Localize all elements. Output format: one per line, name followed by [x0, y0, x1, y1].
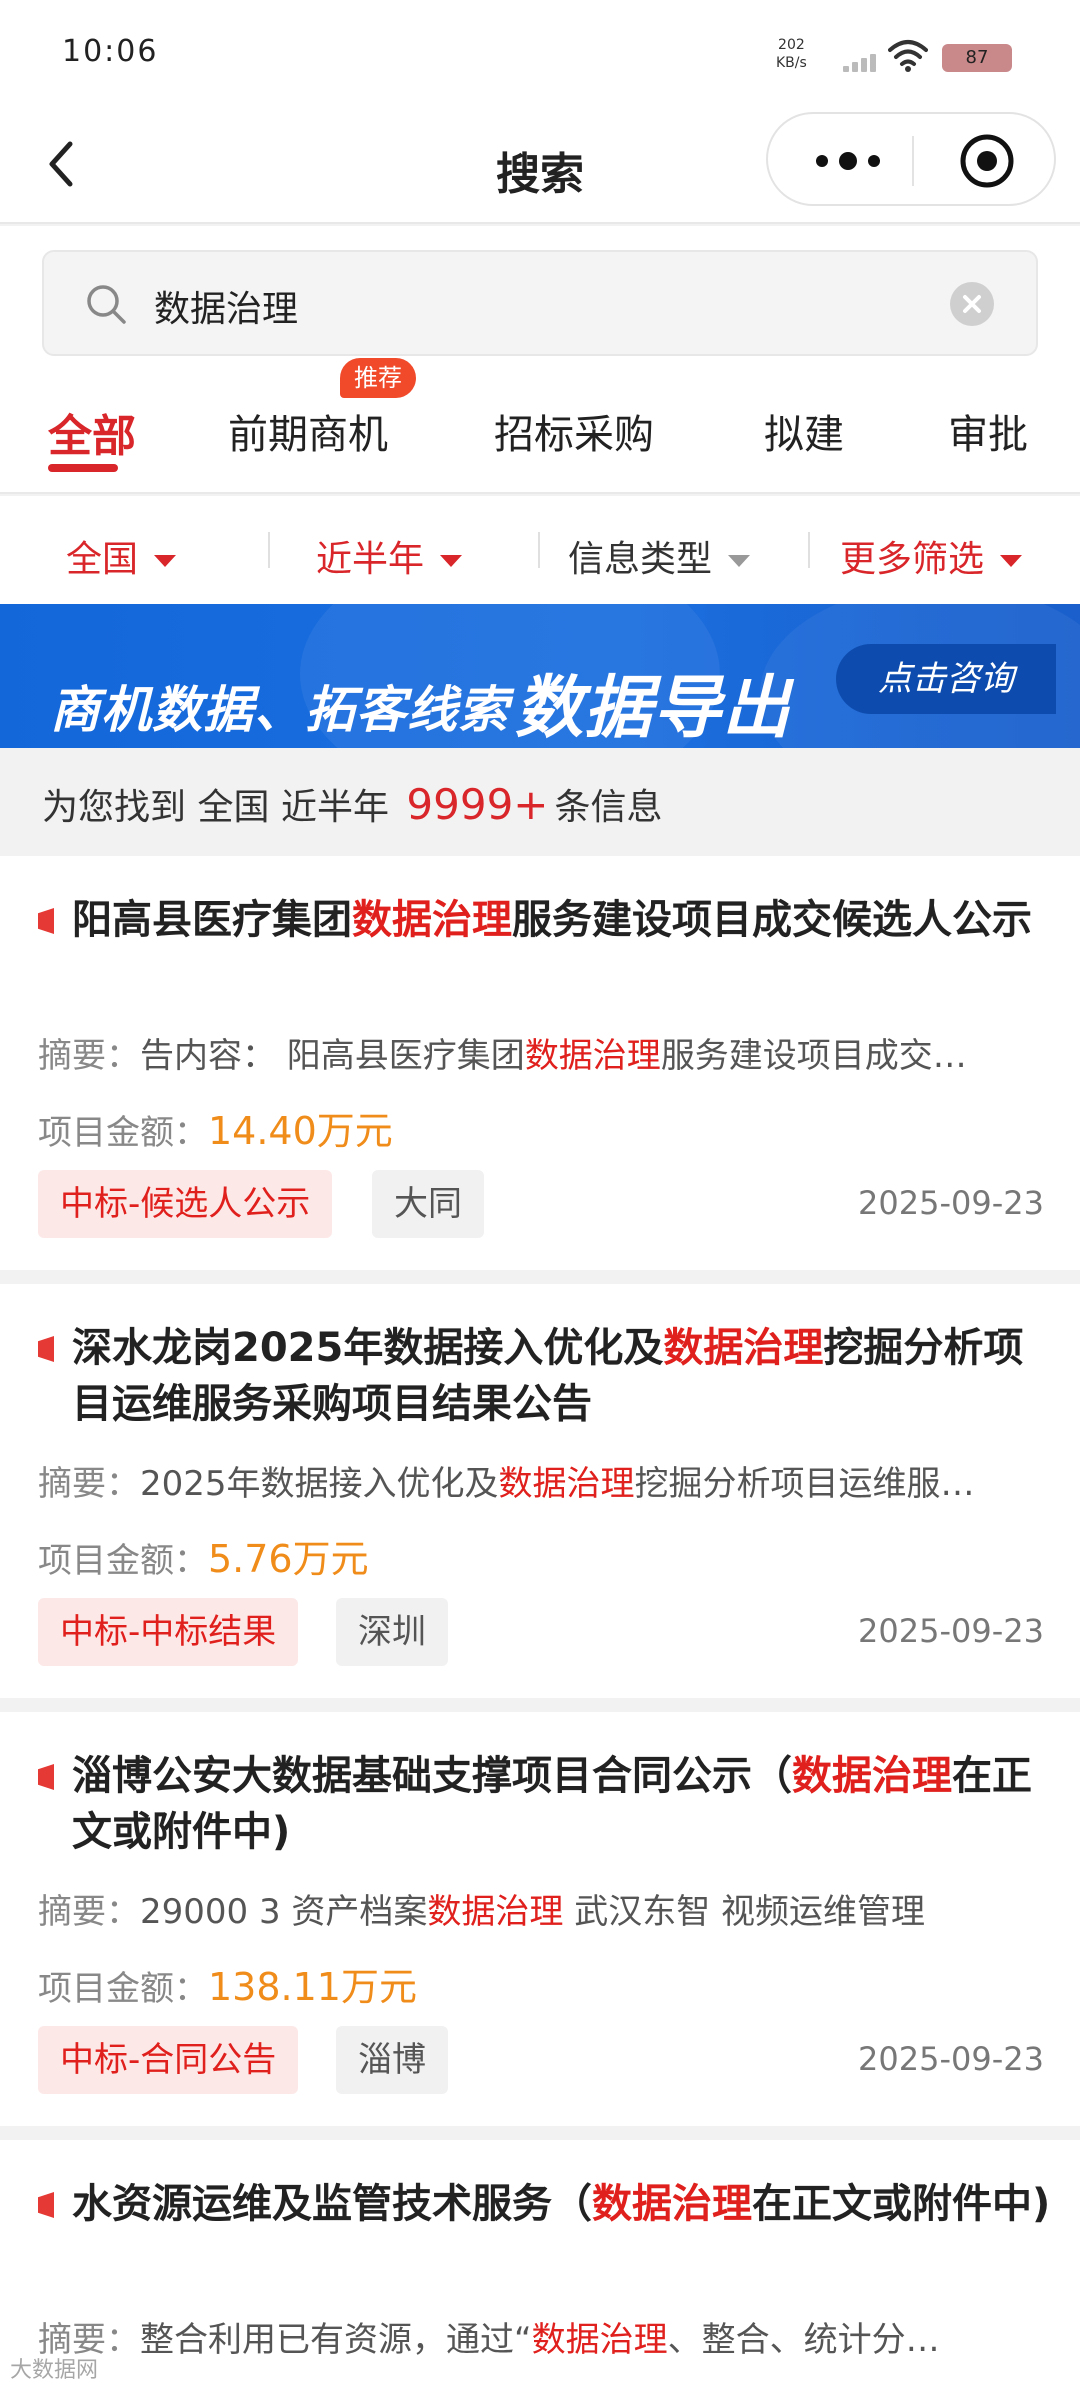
filter-period-label: 近半年 [316, 539, 425, 580]
result-summary: 摘要：整合利用已有资源，通过“数据治理、整合、统计分… [38, 2320, 940, 2360]
result-count-bar: 为您找到 全国 近半年 9999+ 条信息 [0, 748, 1080, 854]
consult-button[interactable]: 点击咨询 [836, 644, 1056, 714]
flag-icon [38, 1336, 54, 1362]
capsule-divider [912, 136, 914, 186]
mini-program-capsule [766, 112, 1056, 206]
result-amount: 项目金额：5.76万元 [38, 1537, 369, 1581]
result-title[interactable]: 阳高县医疗集团数据治理服务建设项目成交候选人公示 [72, 892, 1052, 948]
result-card[interactable]: 淄博公安大数据基础支撑项目合同公示（数据治理在正文或附件中) 摘要：29000 … [0, 1712, 1080, 2126]
result-card[interactable]: 阳高县医疗集团数据治理服务建设项目成交候选人公示 摘要：告内容： 阳高县医疗集团… [0, 856, 1080, 1270]
filter-divider [808, 532, 810, 568]
search-area: 数据治理 [0, 226, 1080, 364]
result-amount: 项目金额：138.11万元 [38, 1965, 417, 2009]
banner-text: 商机数据、拓客线索 [50, 681, 509, 739]
battery-icon: 87 [942, 44, 1012, 72]
result-title[interactable]: 淄博公安大数据基础支撑项目合同公示（数据治理在正文或附件中) [72, 1748, 1052, 1860]
filter-divider [538, 532, 540, 568]
result-card[interactable]: 深水龙岗2025年数据接入优化及数据治理挖掘分析项目运维服务采购项目结果公告 摘… [0, 1284, 1080, 1698]
tab-approval[interactable]: 审批 [948, 402, 1028, 460]
network-speed-unit: KB/s [776, 55, 807, 71]
filter-region[interactable]: 全国 [66, 530, 177, 582]
result-region-tag: 深圳 [336, 1598, 448, 1666]
watermark: 大数据网 [10, 2358, 99, 2383]
caret-down-icon [728, 555, 751, 567]
wifi-icon [888, 40, 928, 72]
result-date: 2025-09-23 [858, 1612, 1044, 1650]
status-time: 10:06 [62, 34, 159, 69]
result-date: 2025-09-23 [858, 1184, 1044, 1222]
filter-more[interactable]: 更多筛选 [840, 530, 1023, 582]
close-target-icon[interactable] [958, 132, 1016, 190]
tab-early-opportunity[interactable]: 前期商机 [228, 402, 388, 460]
result-type-tag: 中标-中标结果 [38, 1598, 299, 1666]
search-input[interactable]: 数据治理 [42, 250, 1038, 356]
more-options-icon[interactable] [808, 144, 888, 178]
result-title[interactable]: 深水龙岗2025年数据接入优化及数据治理挖掘分析项目运维服务采购项目结果公告 [72, 1320, 1052, 1432]
caret-down-icon [154, 555, 177, 567]
recommend-badge: 推荐 [340, 358, 416, 398]
result-count: 9999+ [406, 780, 549, 829]
caret-down-icon [1000, 555, 1023, 567]
tab-proposed[interactable]: 拟建 [764, 402, 844, 460]
filter-info-type[interactable]: 信息类型 [568, 530, 751, 582]
flag-icon [38, 1764, 54, 1790]
search-icon [87, 285, 126, 324]
result-summary: 摘要：29000 3 资产档案数据治理 武汉东智 视频运维管理 [38, 1892, 926, 1932]
filter-more-label: 更多筛选 [840, 539, 985, 580]
filter-divider [268, 532, 270, 568]
search-query-text[interactable]: 数据治理 [154, 280, 298, 332]
result-summary: 摘要：告内容： 阳高县医疗集团数据治理服务建设项目成交… [38, 1036, 967, 1076]
result-type-tag: 中标-候选人公示 [38, 1170, 333, 1238]
result-region-tag: 淄博 [336, 2026, 448, 2094]
category-tabs: 全部 前期商机 推荐 招标采购 拟建 审批 [0, 358, 1080, 494]
result-period: 近半年 [280, 787, 389, 828]
clear-icon[interactable] [950, 282, 994, 326]
tab-bidding[interactable]: 招标采购 [494, 402, 654, 460]
flag-icon [38, 2192, 54, 2218]
signal-icon [843, 52, 879, 72]
tab-active-indicator [48, 464, 118, 472]
result-date: 2025-09-23 [858, 2040, 1044, 2078]
banner-emphasis: 数据导出 [515, 669, 792, 748]
result-type-tag: 中标-合同公告 [38, 2026, 299, 2094]
promo-banner[interactable]: 商机数据、拓客线索数据导出 点击咨询 [0, 604, 1080, 748]
result-count-text: 为您找到 全国 近半年 9999+ 条信息 [42, 778, 663, 830]
result-summary: 摘要：2025年数据接入优化及数据治理挖掘分析项目运维服… [38, 1464, 975, 1504]
filter-region-label: 全国 [66, 539, 139, 580]
filter-info-type-label: 信息类型 [568, 539, 713, 580]
result-amount: 项目金额：14.40万元 [38, 1109, 393, 1153]
network-speed-value: 202 [778, 37, 805, 53]
result-suffix: 条信息 [554, 787, 663, 828]
banner-headline: 商机数据、拓客线索数据导出 [50, 648, 792, 748]
result-card[interactable]: 水资源运维及监管技术服务（数据治理在正文或附件中) 摘要：整合利用已有资源，通过… [0, 2140, 1080, 2388]
caret-down-icon [440, 555, 463, 567]
network-speed: 202 KB/s [776, 36, 807, 72]
flag-icon [38, 908, 54, 934]
filter-period[interactable]: 近半年 [316, 530, 463, 582]
result-region-tag: 大同 [372, 1170, 484, 1238]
filter-bar: 全国 近半年 信息类型 更多筛选 [0, 496, 1080, 604]
result-prefix: 为您找到 [42, 787, 187, 828]
tab-all[interactable]: 全部 [48, 400, 136, 464]
result-region: 全国 [197, 787, 270, 828]
result-title[interactable]: 水资源运维及监管技术服务（数据治理在正文或附件中) [72, 2176, 1052, 2232]
nav-bar: 搜索 [0, 112, 1080, 224]
status-bar: 10:06 202 KB/s 87 [0, 0, 1080, 112]
